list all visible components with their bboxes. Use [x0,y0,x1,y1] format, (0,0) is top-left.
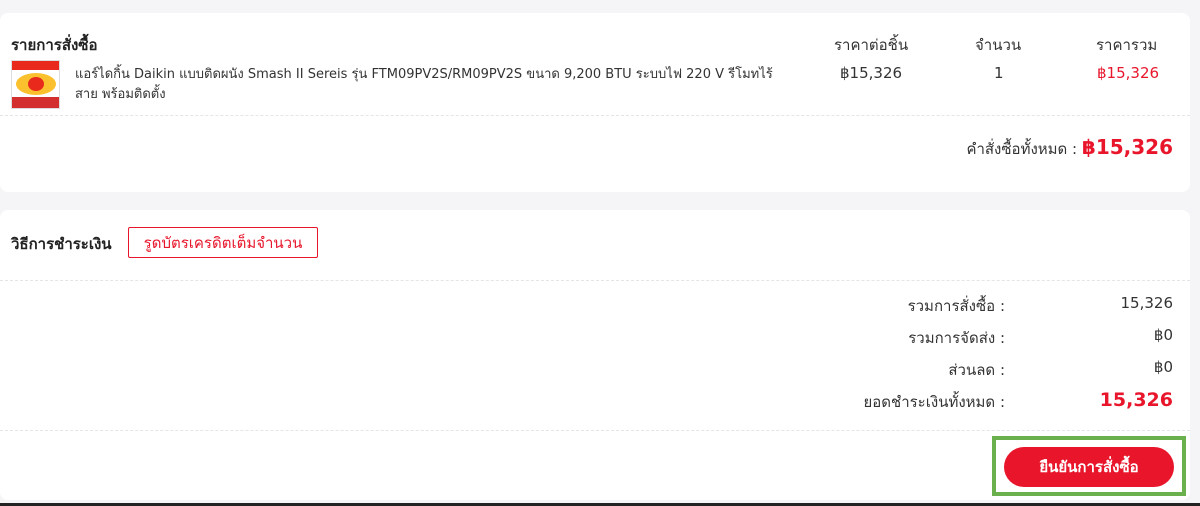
payment-method-label: วิธีการชำระเงิน [11,235,112,253]
order-card: รายการสั่งซื้อ ราคาต่อชิ้น จำนวน ราคารวม… [0,13,1190,192]
unit-price-header: ราคาต่อชิ้น [834,36,909,54]
order-grand-total: คำสั่งซื้อทั้งหมด : ฿15,326 [966,135,1173,161]
payment-method-option[interactable]: รูดบัตรเครดิตเต็มจำนวน [128,227,318,258]
shipping-label: รวมการจัดส่ง : [908,329,1005,347]
subtotal-value: 15,326 [1120,294,1174,312]
discount-value: ฿0 [1153,358,1173,376]
product-unit-price: ฿15,326 [840,64,903,82]
total-payment-value: 15,326 [1099,389,1173,411]
order-grand-total-label: คำสั่งซื้อทั้งหมด : [966,140,1078,158]
total-payment-label: ยอดชำระเงินทั้งหมด : [863,393,1005,411]
quantity-header: จำนวน [975,36,1022,54]
total-price-header: ราคารวม [1096,36,1158,54]
confirm-order-button[interactable]: ยืนยันการสั่งซื้อ [1004,447,1174,487]
product-thumbnail[interactable] [11,60,60,109]
subtotal-label: รวมการสั่งซื้อ : [907,297,1005,315]
product-total-price: ฿15,326 [1097,64,1160,82]
shipping-value: ฿0 [1153,326,1173,344]
product-quantity: 1 [994,64,1004,82]
divider [0,430,1190,431]
divider [0,115,1190,116]
discount-label: ส่วนลด : [948,361,1005,379]
product-name[interactable]: แอร์ไดกิ้น Daikin แบบติดผนัง Smash II Se… [75,65,795,105]
order-title: รายการสั่งซื้อ [11,36,98,54]
divider [0,280,1190,281]
order-grand-total-amount: ฿15,326 [1081,135,1173,159]
